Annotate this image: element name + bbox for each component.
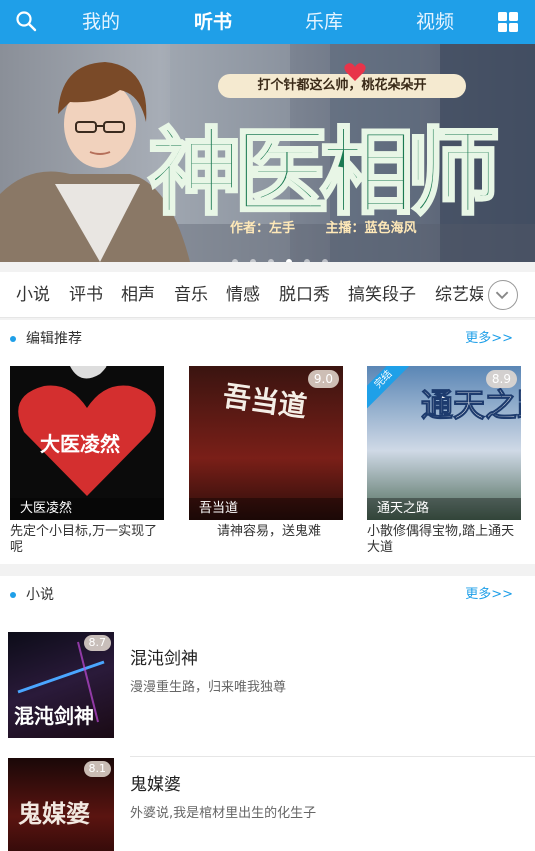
category-talkshow[interactable]: 脱口秀 bbox=[279, 272, 330, 318]
rating-badge: 8.1 bbox=[83, 761, 111, 777]
tab-video[interactable]: 视频 bbox=[390, 0, 480, 44]
cover-title: 鬼媒婆 bbox=[18, 799, 90, 828]
search-icon[interactable] bbox=[14, 9, 38, 33]
completed-ribbon: 完结 bbox=[367, 366, 415, 411]
banner-author: 作者：左手 bbox=[230, 221, 296, 236]
book-description: 先定个小目标,万一实现了呢 bbox=[10, 524, 158, 555]
book-description: 请神容易，送鬼难 bbox=[216, 524, 321, 539]
carousel-dot[interactable] bbox=[304, 259, 311, 262]
carousel-dot[interactable] bbox=[232, 259, 238, 262]
rating-badge: 8.7 bbox=[83, 635, 111, 651]
banner-carousel[interactable]: 打个针都这么帅，桃花朵朵开 神医相师 作者：左手 主播：蓝色海风 bbox=[0, 44, 535, 262]
carousel-dot-active[interactable] bbox=[286, 259, 293, 262]
banner-narrator: 主播：蓝色海风 bbox=[325, 221, 417, 236]
banner-tagline: 打个针都这么帅，桃花朵朵开 bbox=[218, 74, 466, 98]
category-novel[interactable]: 小说 bbox=[16, 272, 50, 318]
cover-caption: 吾当道 bbox=[189, 498, 343, 520]
category-crosstalk[interactable]: 相声 bbox=[121, 272, 155, 318]
expand-categories-button[interactable] bbox=[488, 280, 518, 310]
list-item[interactable]: 混沌剑神 8.7 混沌剑神 漫漫重生路，归来唯我独尊 bbox=[0, 632, 535, 757]
section-bullet bbox=[10, 592, 16, 598]
section-header: 编辑推荐 更多>> bbox=[0, 320, 535, 358]
list-item[interactable]: 鬼媒婆 8.1 鬼媒婆 外婆说,我是棺材里出生的化生子 bbox=[0, 758, 535, 851]
novels-section: 小说 更多>> 混沌剑神 8.7 混沌剑神 漫漫重生路，归来唯我独尊 鬼媒婆 8… bbox=[0, 576, 535, 851]
editor-picks-section: 编辑推荐 更多>> 大医凌然 大医凌然 先定个小目标,万一实现了呢 吾当道 9.… bbox=[0, 320, 535, 564]
chevron-down-icon bbox=[495, 291, 509, 300]
cover-title: 吾当道 bbox=[220, 379, 309, 424]
carousel-indicator bbox=[232, 250, 335, 262]
grid-menu-icon[interactable] bbox=[497, 11, 519, 33]
more-link[interactable]: 更多>> bbox=[465, 576, 513, 614]
category-emotion[interactable]: 情感 bbox=[226, 272, 260, 318]
tab-music-library[interactable]: 乐库 bbox=[279, 0, 369, 44]
book-cover: 吾当道 9.0 吾当道 bbox=[189, 366, 343, 520]
book-title: 混沌剑神 bbox=[130, 649, 198, 669]
cover-caption: 大医凌然 bbox=[10, 498, 164, 520]
cover-title: 混沌剑神 bbox=[14, 704, 94, 728]
top-nav-bar: 我的 听书 乐库 视频 bbox=[0, 0, 535, 44]
tab-audiobooks[interactable]: 听书 bbox=[168, 0, 258, 44]
heart-icon bbox=[344, 63, 366, 81]
banner-credits: 作者：左手 主播：蓝色海风 bbox=[230, 218, 530, 240]
carousel-dot[interactable] bbox=[268, 259, 275, 262]
carousel-dot[interactable] bbox=[250, 259, 257, 262]
book-cover: 大医凌然 大医凌然 bbox=[10, 366, 164, 520]
section-title: 小说 bbox=[26, 587, 54, 603]
category-music[interactable]: 音乐 bbox=[174, 272, 208, 318]
book-description: 小散修偶得宝物,踏上通天大道 bbox=[367, 524, 515, 555]
tab-mine[interactable]: 我的 bbox=[56, 0, 146, 44]
rating-badge: 8.9 bbox=[485, 370, 517, 388]
book-title: 鬼媒婆 bbox=[130, 775, 181, 795]
cover-title: 大医凌然 bbox=[40, 432, 120, 456]
book-subtitle: 漫漫重生路，归来唯我独尊 bbox=[130, 680, 287, 695]
section-bullet bbox=[10, 336, 16, 342]
category-variety[interactable]: 综艺娱 bbox=[435, 272, 483, 318]
more-link[interactable]: 更多>> bbox=[465, 320, 513, 358]
divider bbox=[130, 756, 535, 757]
section-header: 小说 更多>> bbox=[0, 576, 535, 614]
book-thumbnail: 混沌剑神 8.7 bbox=[8, 632, 114, 738]
category-jokes[interactable]: 搞笑段子 bbox=[348, 272, 416, 318]
category-strip: 小说 评书 相声 音乐 情感 脱口秀 搞笑段子 综艺娱 bbox=[0, 272, 535, 318]
cover-caption: 通天之路 bbox=[367, 498, 521, 520]
book-thumbnail: 鬼媒婆 8.1 bbox=[8, 758, 114, 851]
rating-badge: 9.0 bbox=[307, 370, 339, 388]
book-subtitle: 外婆说,我是棺材里出生的化生子 bbox=[130, 806, 317, 821]
section-title: 编辑推荐 bbox=[26, 331, 82, 347]
book-cover: 通天之路 完结 8.9 通天之路 bbox=[367, 366, 521, 520]
category-pingshu[interactable]: 评书 bbox=[69, 272, 103, 318]
